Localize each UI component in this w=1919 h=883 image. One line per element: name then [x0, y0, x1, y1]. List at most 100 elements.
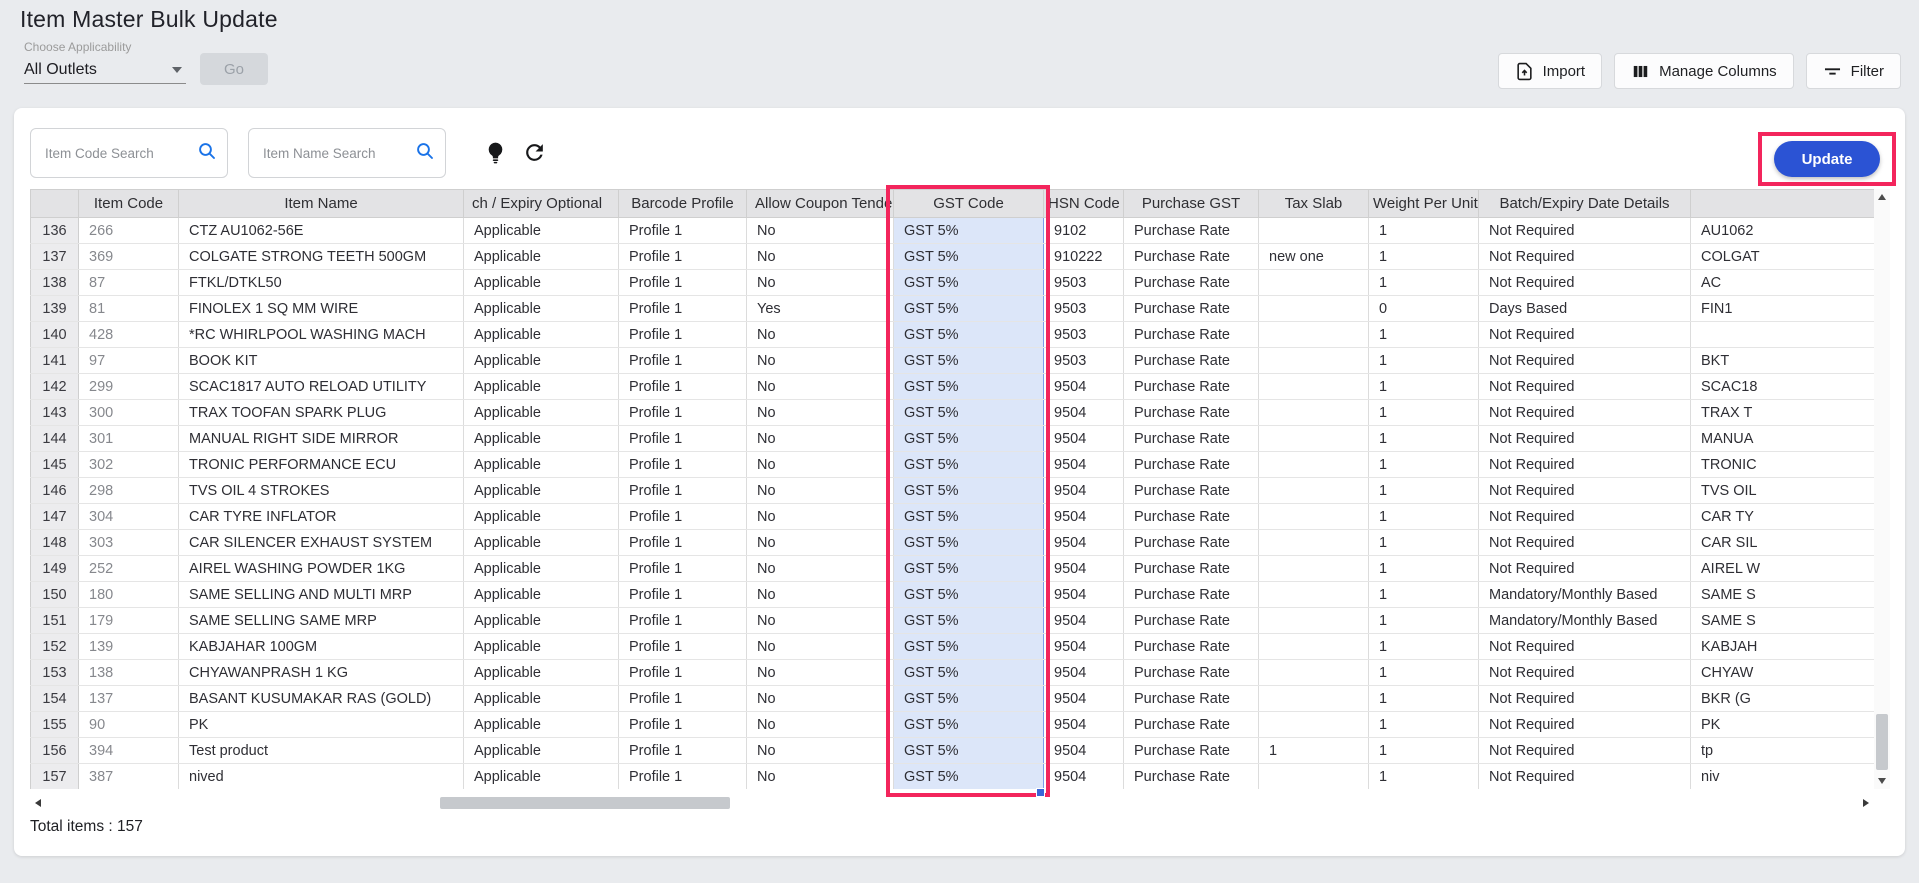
cell-weight-per-unit[interactable]: 1	[1368, 425, 1479, 452]
cell-barcode-profile[interactable]: Profile 1	[618, 347, 747, 374]
column-header-item-name[interactable]: Item Name	[178, 189, 464, 218]
cell-batch-expiry-optional[interactable]: Applicable	[463, 269, 619, 296]
scroll-down-arrow-icon[interactable]	[1874, 773, 1890, 789]
cell-purchase-gst[interactable]: Purchase Rate	[1123, 243, 1259, 270]
cell-purchase-gst[interactable]: Purchase Rate	[1123, 581, 1259, 608]
cell-hsn-code[interactable]: 9504	[1043, 763, 1124, 789]
cell-batch-expiry-optional[interactable]: Applicable	[463, 321, 619, 348]
cell-batch-expiry-date-details[interactable]: Days Based	[1478, 295, 1691, 322]
cell-extra[interactable]: AC	[1690, 269, 1874, 296]
cell-allow-coupon-tender[interactable]: No	[746, 659, 894, 686]
lightbulb-icon[interactable]	[482, 140, 508, 166]
cell-allow-coupon-tender[interactable]: No	[746, 737, 894, 764]
cell-batch-expiry-date-details[interactable]: Not Required	[1478, 399, 1691, 426]
cell-item-name[interactable]: SAME SELLING SAME MRP	[178, 607, 464, 634]
cell-extra[interactable]: CAR TY	[1690, 503, 1874, 530]
cell-gst-code[interactable]: GST 5%	[893, 425, 1044, 452]
filter-button[interactable]: Filter	[1805, 53, 1901, 89]
cell-item-name[interactable]: nived	[178, 763, 464, 789]
column-header-weight-per-unit[interactable]: Weight Per Unit	[1368, 189, 1479, 218]
cell-item-code[interactable]: 303	[78, 529, 179, 556]
cell-batch-expiry-optional[interactable]: Applicable	[463, 659, 619, 686]
cell-gst-code[interactable]: GST 5%	[893, 737, 1044, 764]
cell-batch-expiry-date-details[interactable]: Not Required	[1478, 373, 1691, 400]
cell-batch-expiry-optional[interactable]: Applicable	[463, 399, 619, 426]
cell-weight-per-unit[interactable]: 1	[1368, 321, 1479, 348]
cell-batch-expiry-optional[interactable]: Applicable	[463, 711, 619, 738]
column-header-hsn-code[interactable]: HSN Code	[1043, 189, 1124, 218]
cell-purchase-gst[interactable]: Purchase Rate	[1123, 685, 1259, 712]
cell-item-code[interactable]: 302	[78, 451, 179, 478]
cell-hsn-code[interactable]: 9504	[1043, 607, 1124, 634]
cell-tax-slab[interactable]	[1258, 477, 1369, 504]
cell-item-name[interactable]: SAME SELLING AND MULTI MRP	[178, 581, 464, 608]
cell-weight-per-unit[interactable]: 1	[1368, 607, 1479, 634]
cell-tax-slab[interactable]	[1258, 217, 1369, 244]
cell-tax-slab[interactable]	[1258, 295, 1369, 322]
cell-barcode-profile[interactable]: Profile 1	[618, 269, 747, 296]
cell-hsn-code[interactable]: 910222	[1043, 243, 1124, 270]
cell-hsn-code[interactable]: 9504	[1043, 451, 1124, 478]
cell-item-name[interactable]: *RC WHIRLPOOL WASHING MACH	[178, 321, 464, 348]
cell-barcode-profile[interactable]: Profile 1	[618, 633, 747, 660]
cell-gst-code[interactable]: GST 5%	[893, 477, 1044, 504]
cell-extra[interactable]: CHYAW	[1690, 659, 1874, 686]
cell-batch-expiry-date-details[interactable]: Not Required	[1478, 217, 1691, 244]
cell-purchase-gst[interactable]: Purchase Rate	[1123, 763, 1259, 789]
cell-extra[interactable]: PK	[1690, 711, 1874, 738]
cell-item-code[interactable]: 90	[78, 711, 179, 738]
cell-barcode-profile[interactable]: Profile 1	[618, 373, 747, 400]
cell-tax-slab[interactable]	[1258, 633, 1369, 660]
cell-batch-expiry-date-details[interactable]: Not Required	[1478, 659, 1691, 686]
cell-tax-slab[interactable]	[1258, 347, 1369, 374]
cell-item-code[interactable]: 300	[78, 399, 179, 426]
cell-batch-expiry-date-details[interactable]: Mandatory/Monthly Based	[1478, 607, 1691, 634]
cell-tax-slab[interactable]: 1	[1258, 737, 1369, 764]
cell-barcode-profile[interactable]: Profile 1	[618, 555, 747, 582]
cell-extra[interactable]: CAR SIL	[1690, 529, 1874, 556]
update-button[interactable]: Update	[1774, 141, 1880, 177]
cell-purchase-gst[interactable]: Purchase Rate	[1123, 659, 1259, 686]
cell-item-name[interactable]: PK	[178, 711, 464, 738]
cell-allow-coupon-tender[interactable]: No	[746, 243, 894, 270]
cell-weight-per-unit[interactable]: 1	[1368, 659, 1479, 686]
cell-barcode-profile[interactable]: Profile 1	[618, 763, 747, 789]
cell-batch-expiry-date-details[interactable]: Not Required	[1478, 425, 1691, 452]
cell-extra[interactable]: TRAX T	[1690, 399, 1874, 426]
cell-weight-per-unit[interactable]: 1	[1368, 581, 1479, 608]
cell-item-code[interactable]: 252	[78, 555, 179, 582]
cell-extra[interactable]: KABJAH	[1690, 633, 1874, 660]
column-header-item-code[interactable]: Item Code	[78, 189, 179, 218]
cell-weight-per-unit[interactable]: 1	[1368, 477, 1479, 504]
cell-tax-slab[interactable]	[1258, 451, 1369, 478]
cell-allow-coupon-tender[interactable]: No	[746, 451, 894, 478]
cell-gst-code[interactable]: GST 5%	[893, 503, 1044, 530]
cell-tax-slab[interactable]	[1258, 373, 1369, 400]
column-header-tax-slab[interactable]: Tax Slab	[1258, 189, 1369, 218]
cell-item-name[interactable]: CAR SILENCER EXHAUST SYSTEM	[178, 529, 464, 556]
cell-weight-per-unit[interactable]: 1	[1368, 633, 1479, 660]
column-header-batch-expiry-optional[interactable]: ch / Expiry Optional	[463, 189, 619, 218]
item-name-search-input[interactable]	[263, 145, 415, 161]
cell-weight-per-unit[interactable]: 1	[1368, 685, 1479, 712]
cell-extra[interactable]: BKT	[1690, 347, 1874, 374]
cell-tax-slab[interactable]	[1258, 399, 1369, 426]
cell-item-code[interactable]: 137	[78, 685, 179, 712]
cell-item-name[interactable]: BASANT KUSUMAKAR RAS (GOLD)	[178, 685, 464, 712]
cell-extra[interactable]: AIREL W	[1690, 555, 1874, 582]
cell-batch-expiry-optional[interactable]: Applicable	[463, 529, 619, 556]
cell-extra[interactable]: niv	[1690, 763, 1874, 789]
cell-allow-coupon-tender[interactable]: No	[746, 373, 894, 400]
cell-allow-coupon-tender[interactable]: No	[746, 685, 894, 712]
cell-batch-expiry-optional[interactable]: Applicable	[463, 555, 619, 582]
cell-tax-slab[interactable]	[1258, 581, 1369, 608]
cell-item-name[interactable]: KABJAHAR 100GM	[178, 633, 464, 660]
applicability-select[interactable]: All Outlets	[24, 56, 186, 84]
cell-barcode-profile[interactable]: Profile 1	[618, 685, 747, 712]
cell-weight-per-unit[interactable]: 1	[1368, 555, 1479, 582]
cell-batch-expiry-optional[interactable]: Applicable	[463, 477, 619, 504]
cell-item-code[interactable]: 180	[78, 581, 179, 608]
cell-item-code[interactable]: 369	[78, 243, 179, 270]
cell-extra[interactable]: SAME S	[1690, 607, 1874, 634]
cell-batch-expiry-date-details[interactable]: Not Required	[1478, 529, 1691, 556]
